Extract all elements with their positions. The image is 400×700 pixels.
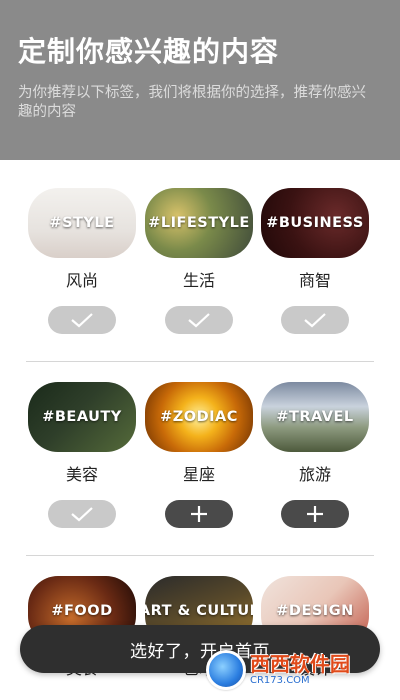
- topic-picker-screen: 定制你感兴趣的内容 为你推荐以下标签，我们将根据你的选择，推荐你感兴趣的内容 #…: [0, 0, 400, 700]
- topic-image: #LIFESTYLE: [145, 188, 253, 258]
- header: 定制你感兴趣的内容 为你推荐以下标签，我们将根据你的选择，推荐你感兴趣的内容: [0, 0, 400, 160]
- topic-toggle-button[interactable]: [281, 500, 349, 528]
- topic-image: #ZODIAC: [145, 382, 253, 452]
- topic-toggle-button[interactable]: [48, 500, 116, 528]
- topic-name: 旅游: [298, 465, 331, 484]
- topic-grid: #STYLE 风尚 #LIFESTYLE 生活 #BUSINESS 商智 #BE…: [0, 160, 400, 700]
- plus-icon: [191, 506, 207, 522]
- topic-image: #BUSINESS: [261, 188, 369, 258]
- topic-image: #TRAVEL: [261, 382, 369, 452]
- topic-toggle-button[interactable]: [165, 306, 233, 334]
- topic-image: #STYLE: [28, 188, 136, 258]
- topic-toggle-button[interactable]: [281, 306, 349, 334]
- topic-name: 生活: [182, 271, 215, 290]
- watermark-globe-icon: [206, 650, 246, 690]
- watermark-url: CR173.COM: [250, 675, 310, 686]
- topic-name: 星座: [182, 465, 215, 484]
- topic-card-travel[interactable]: #TRAVEL 旅游: [261, 382, 369, 528]
- topic-toggle-button[interactable]: [48, 306, 116, 334]
- plus-icon: [307, 506, 323, 522]
- page-title: 定制你感兴趣的内容: [18, 35, 280, 68]
- check-icon: [71, 313, 93, 328]
- topic-tag: #TRAVEL: [276, 409, 354, 425]
- topic-card-style[interactable]: #STYLE 风尚: [28, 188, 136, 334]
- topic-name: 商智: [298, 271, 331, 290]
- topic-card-zodiac[interactable]: #ZODIAC 星座: [145, 382, 253, 528]
- topic-tag: #BUSINESS: [266, 215, 364, 231]
- topic-tag: #DESIGN: [276, 603, 354, 619]
- row-divider: [26, 361, 374, 362]
- topic-name: 风尚: [65, 271, 98, 290]
- topic-tag: #STYLE: [49, 215, 115, 231]
- topic-name: 美容: [65, 465, 98, 484]
- check-icon: [71, 507, 93, 522]
- check-icon: [188, 313, 210, 328]
- watermark-logo: 西西软件园 CR173.COM: [206, 648, 392, 692]
- topic-tag: #ZODIAC: [160, 409, 238, 425]
- topic-card-business[interactable]: #BUSINESS 商智: [261, 188, 369, 334]
- topic-image: #BEAUTY: [28, 382, 136, 452]
- topic-card-lifestyle[interactable]: #LIFESTYLE 生活: [145, 188, 253, 334]
- topic-card-beauty[interactable]: #BEAUTY 美容: [28, 382, 136, 528]
- check-icon: [304, 313, 326, 328]
- topic-tag: #LIFESTYLE: [148, 215, 250, 231]
- page-subtitle: 为你推荐以下标签，我们将根据你的选择，推荐你感兴趣的内容: [18, 85, 366, 120]
- topic-tag: #ART & CULTURE: [145, 603, 253, 619]
- topic-toggle-button[interactable]: [165, 500, 233, 528]
- topic-tag: #BEAUTY: [42, 409, 122, 425]
- watermark-title: 西西软件园: [250, 652, 350, 676]
- topic-tag: #FOOD: [51, 603, 113, 619]
- row-divider: [26, 555, 374, 556]
